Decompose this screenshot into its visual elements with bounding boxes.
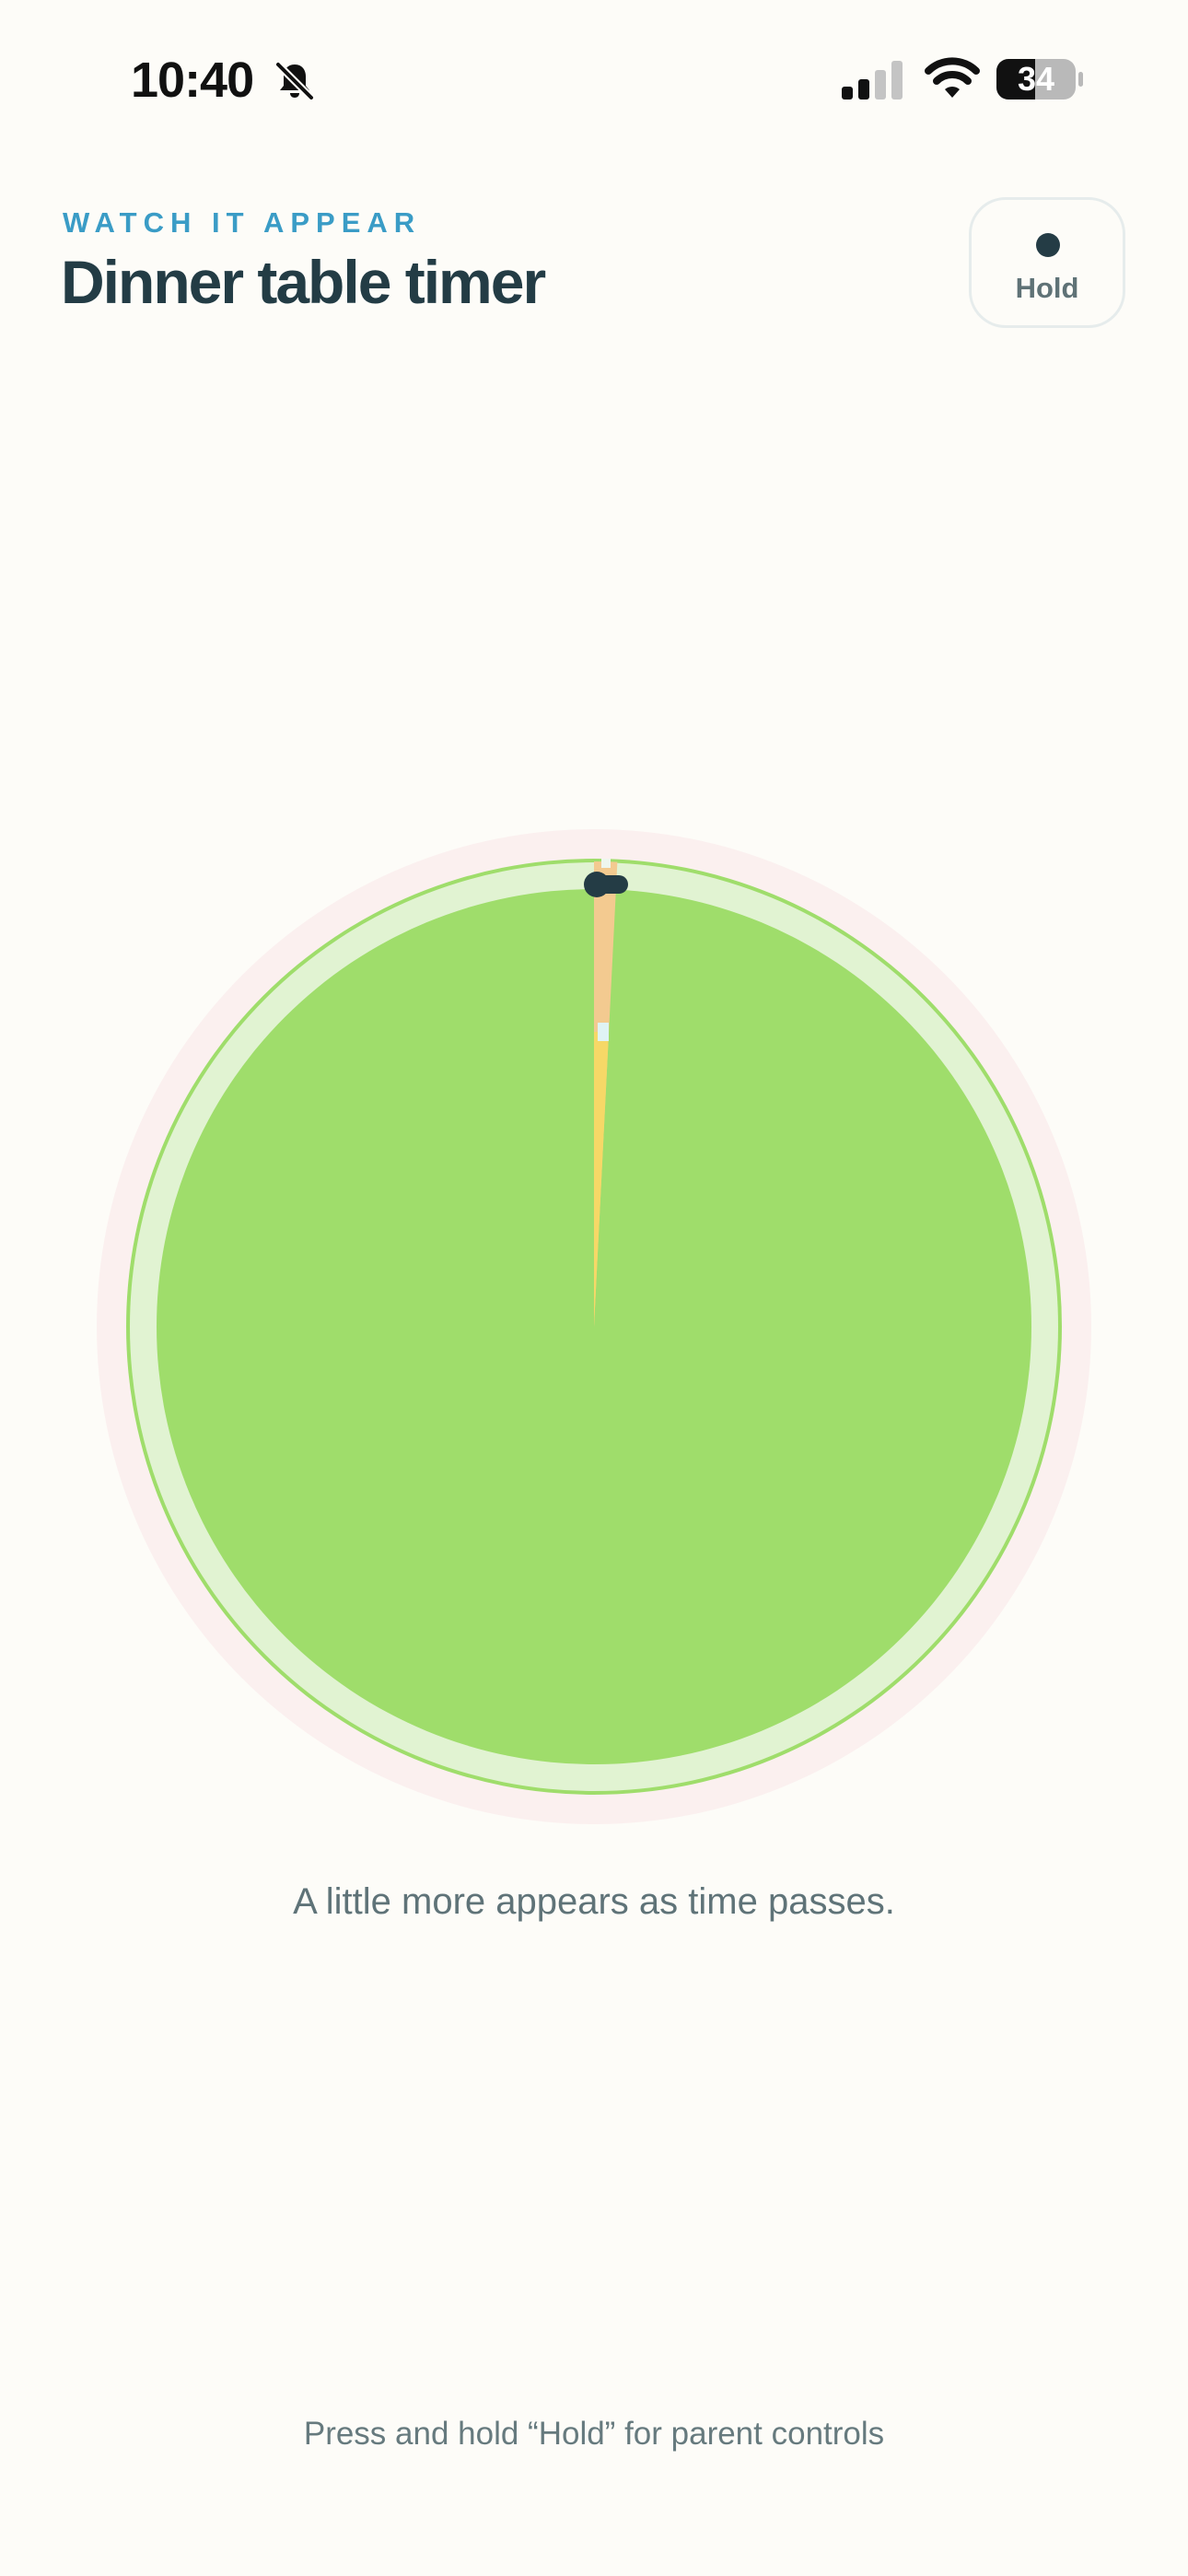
battery-level: 34 <box>1017 60 1055 98</box>
bell-slash-icon <box>274 61 315 101</box>
status-bar: 10:40 34 <box>0 0 1188 157</box>
eyebrow-label: WATCH IT APPEAR <box>63 206 422 239</box>
status-time: 10:40 <box>131 53 254 108</box>
footer-hint: Press and hold “Hold” for parent control… <box>303 2416 885 2452</box>
cellular-signal-icon <box>842 61 903 100</box>
timer-caption: A little more appears as time passes. <box>293 1881 895 1922</box>
timer-wedge-marker <box>598 1023 609 1041</box>
page-title: Dinner table timer <box>61 248 546 316</box>
timer-dial <box>97 829 1091 1824</box>
hold-button[interactable]: Hold <box>969 197 1125 328</box>
hold-dot-icon <box>1036 233 1060 257</box>
hold-button-label: Hold <box>1015 272 1079 304</box>
wifi-icon <box>925 57 980 98</box>
timer-top-notch <box>601 859 611 868</box>
